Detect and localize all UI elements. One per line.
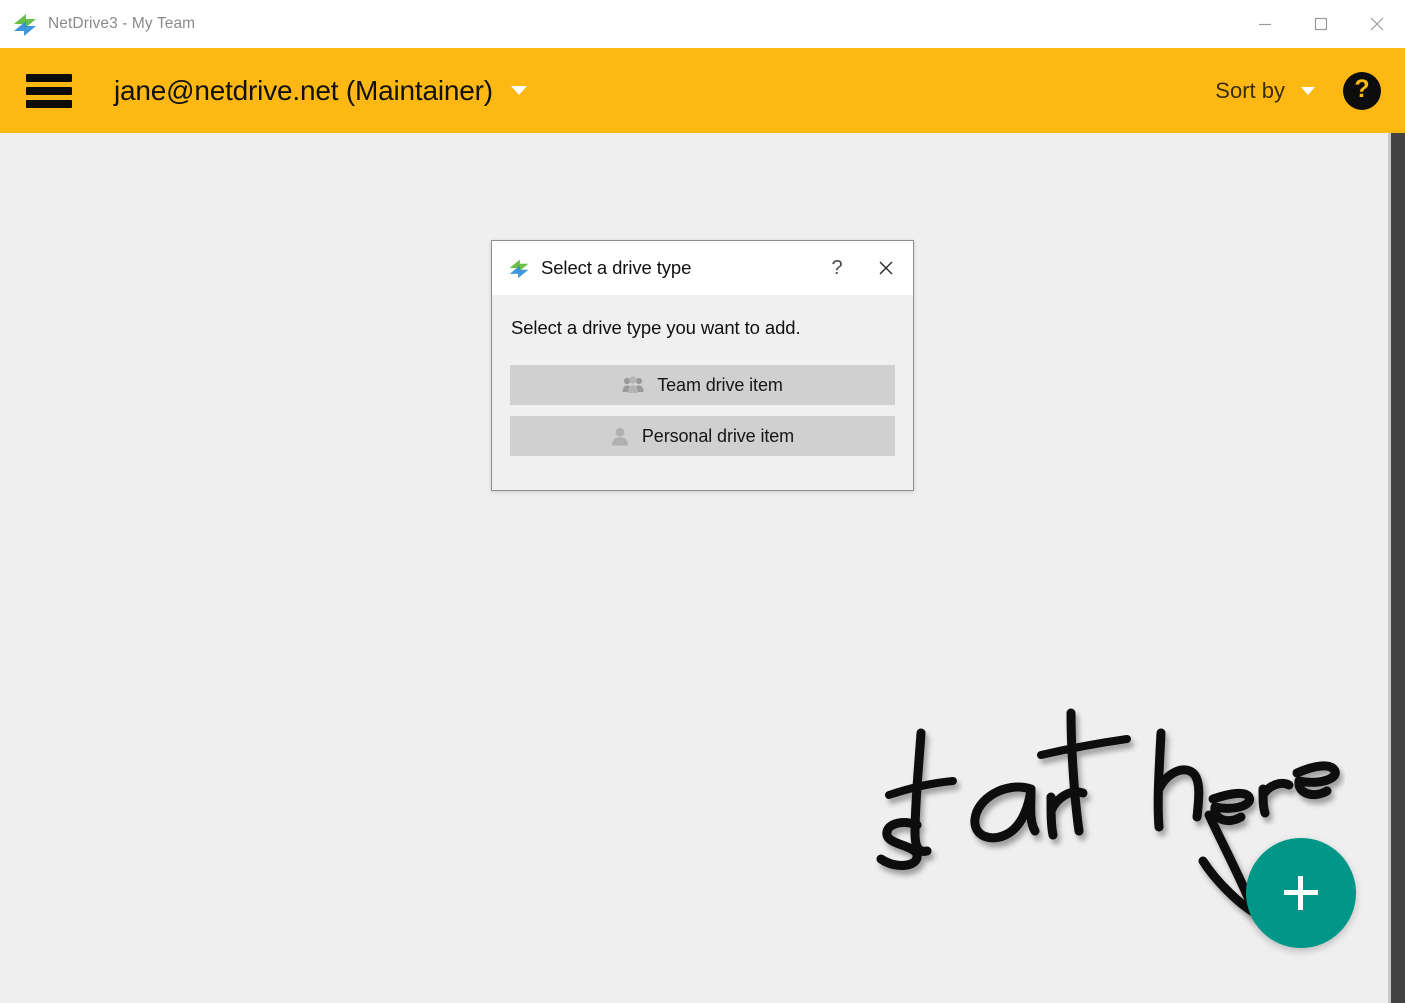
chevron-down-icon — [510, 86, 527, 95]
chevron-down-icon — [1301, 86, 1315, 95]
maximize-icon — [1314, 17, 1328, 31]
minimize-icon — [1259, 23, 1271, 26]
account-label: jane@netdrive.net (Maintainer) — [114, 74, 493, 106]
personal-drive-item-button[interactable]: Personal drive item — [510, 416, 895, 456]
dialog-body: Select a drive type you want to add. Tea… — [492, 295, 913, 456]
button-label: Personal drive item — [641, 425, 795, 446]
window-title-group: NetDrive3 - My Team — [0, 11, 195, 37]
dialog-button-list: Team drive item Personal drive item — [492, 339, 913, 456]
close-icon — [1370, 17, 1384, 31]
sort-by-dropdown[interactable]: Sort by — [1215, 78, 1343, 104]
person-icon — [611, 427, 628, 445]
hamburger-bar — [26, 86, 72, 95]
window-right-scrollbar[interactable] — [1391, 133, 1405, 1003]
netdrive-logo-icon — [14, 14, 36, 36]
dialog-prompt: Select a drive type you want to add. — [511, 317, 801, 338]
close-icon — [879, 261, 893, 275]
toolbar-right-group: Sort by ? — [1215, 71, 1405, 110]
window-title: NetDrive3 - My Team — [48, 15, 196, 32]
hamburger-bar — [26, 73, 72, 82]
close-button[interactable] — [1349, 0, 1405, 48]
select-drive-type-dialog: Select a drive type ? Select a drive typ… — [491, 240, 914, 491]
hamburger-bar — [26, 99, 72, 108]
team-drive-item-button[interactable]: Team drive item — [510, 365, 895, 405]
sort-by-label: Sort by — [1215, 77, 1285, 103]
dialog-help-button[interactable]: ? — [815, 241, 859, 295]
team-people-icon — [622, 376, 644, 393]
app-toolbar: jane@netdrive.net (Maintainer) Sort by ? — [0, 48, 1405, 133]
window-titlebar: NetDrive3 - My Team — [0, 0, 1405, 48]
account-selector[interactable]: jane@netdrive.net (Maintainer) — [114, 75, 527, 107]
hamburger-menu-icon[interactable] — [26, 73, 72, 108]
plus-icon — [1284, 876, 1318, 910]
dialog-titlebar: Select a drive type ? — [492, 241, 913, 295]
dialog-close-button[interactable] — [859, 241, 913, 295]
drive-list-area: Select a drive type ? Select a drive typ… — [0, 133, 1388, 1003]
dialog-title: Select a drive type — [541, 257, 692, 278]
add-drive-fab[interactable] — [1246, 838, 1356, 948]
maximize-button[interactable] — [1293, 0, 1349, 48]
window-controls — [1237, 0, 1405, 48]
minimize-button[interactable] — [1237, 0, 1293, 48]
netdrive-logo-icon — [509, 259, 529, 279]
help-circle-icon[interactable]: ? — [1343, 71, 1381, 110]
dialog-title-actions: ? — [815, 241, 913, 295]
button-label: Team drive item — [657, 374, 783, 395]
